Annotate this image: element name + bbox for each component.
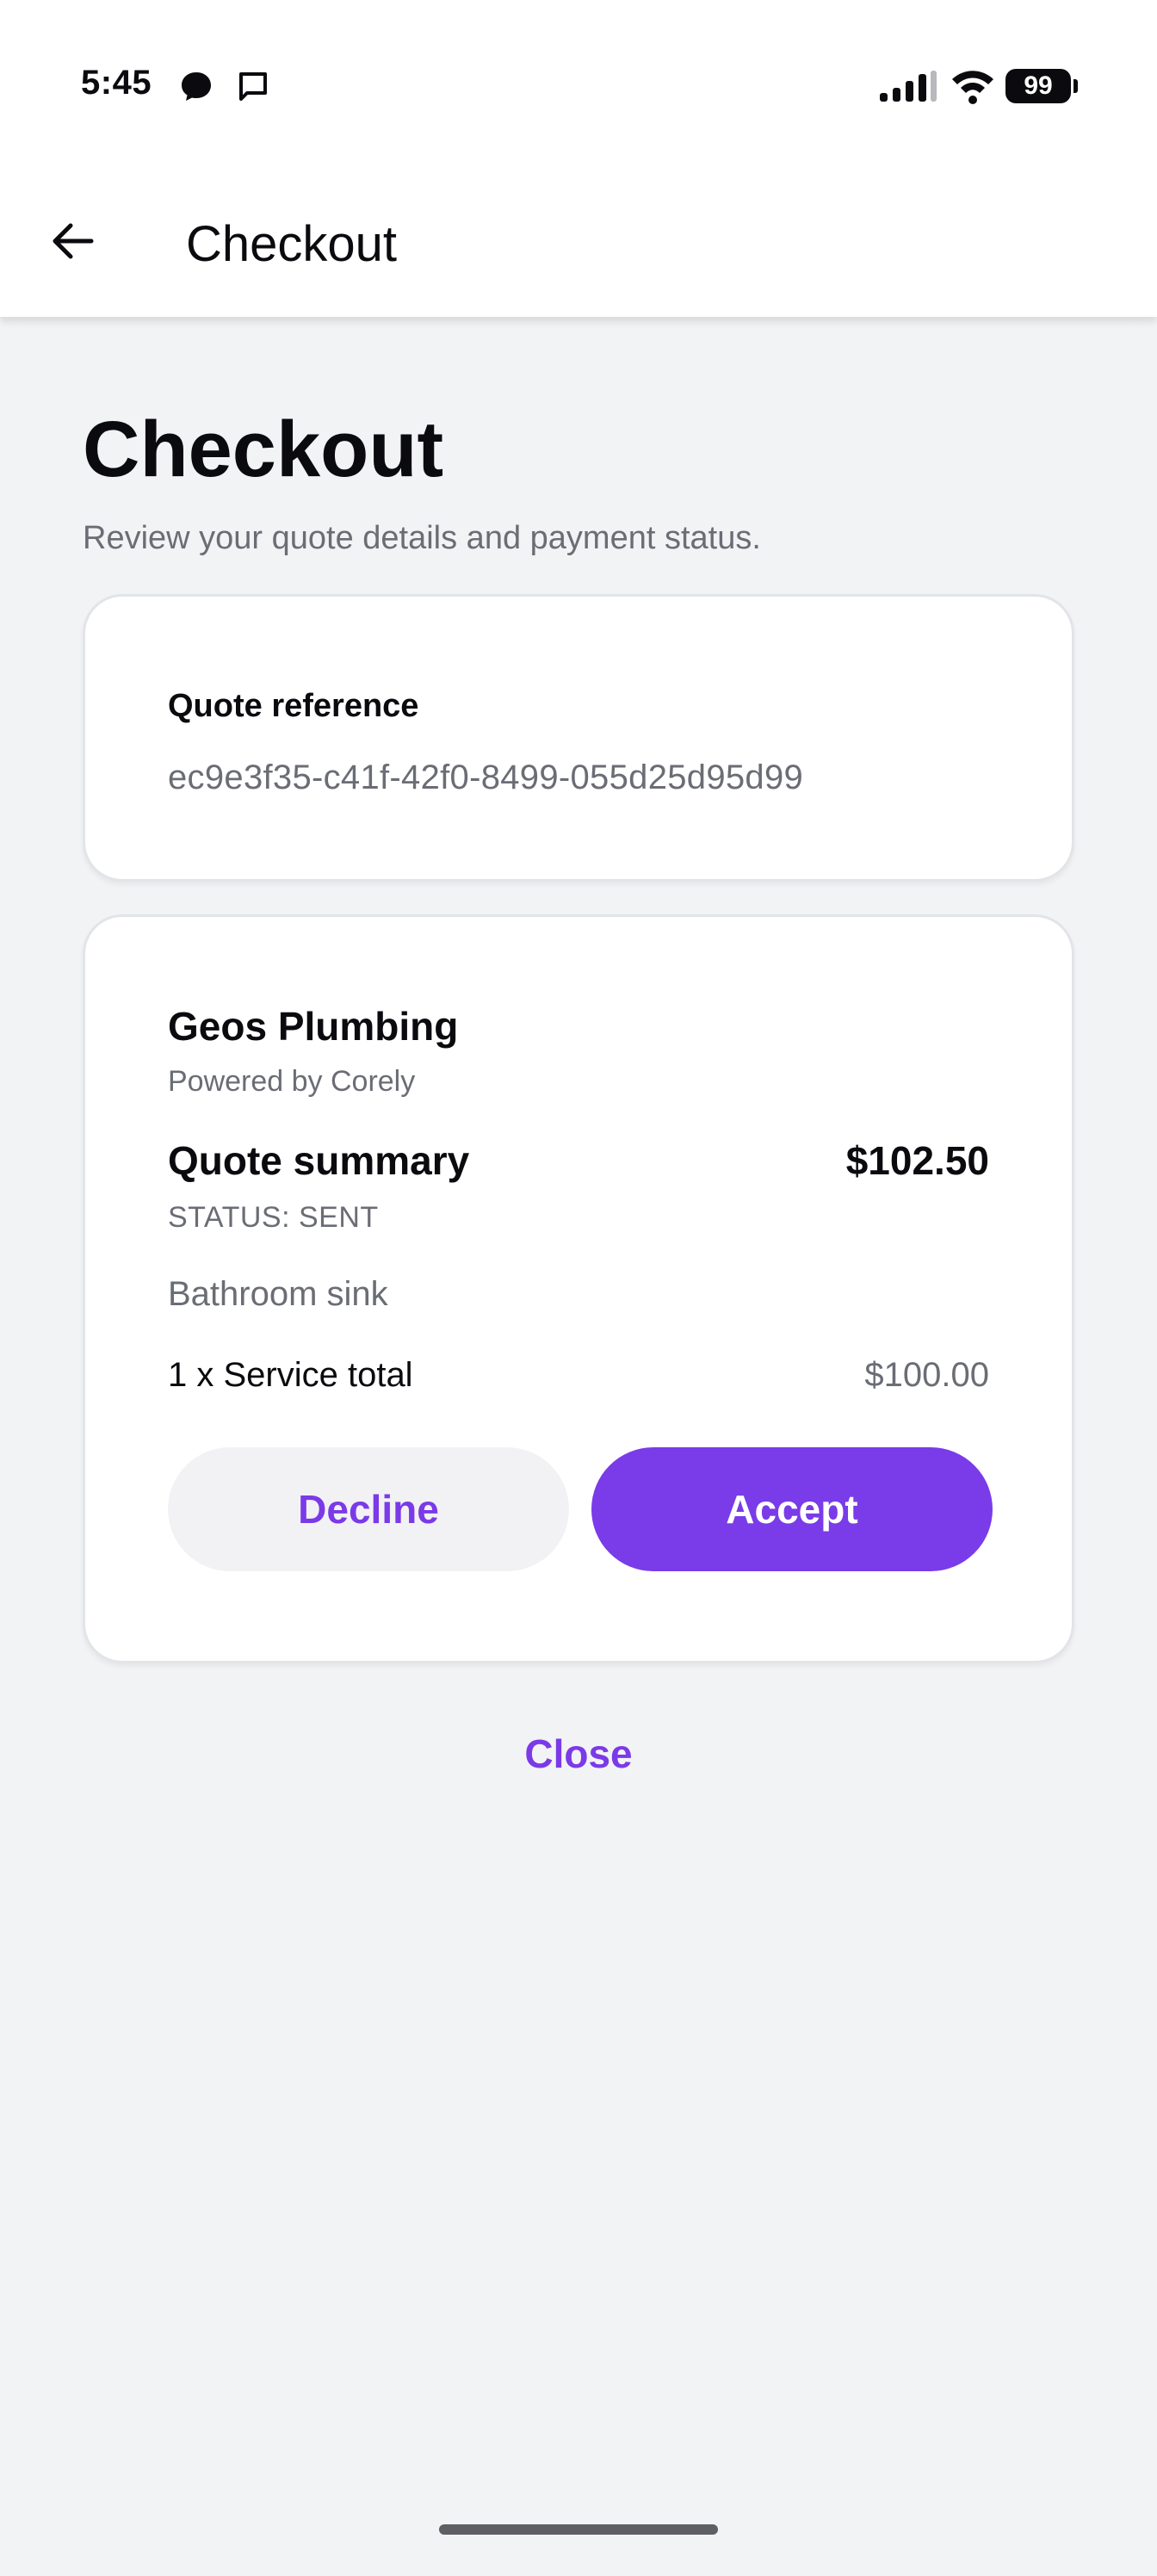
signal-icon — [880, 71, 937, 102]
quote-reference-card: Quote reference ec9e3f35-c41f-42f0-8499-… — [83, 594, 1074, 882]
app-bar-title: Checkout — [186, 216, 398, 272]
wifi-icon — [952, 71, 993, 104]
status-time: 5:45 — [81, 64, 152, 102]
close-button[interactable]: Close — [0, 1731, 1157, 1777]
back-button[interactable] — [38, 207, 107, 276]
quote-reference-value: ec9e3f35-c41f-42f0-8499-055d25d95d99 — [168, 759, 804, 796]
quote-summary-label: Quote summary — [168, 1138, 470, 1183]
decline-button[interactable]: Decline — [168, 1447, 569, 1571]
arrow-left-icon — [53, 223, 94, 259]
business-name: Geos Plumbing — [168, 1004, 459, 1049]
battery-icon: 99 — [1005, 69, 1078, 103]
app-bar: Checkout — [0, 172, 1157, 317]
battery-level: 99 — [1024, 71, 1053, 100]
quote-total: $102.50 — [845, 1138, 989, 1183]
page-subtitle: Review your quote details and payment st… — [83, 520, 761, 556]
quote-reference-label: Quote reference — [168, 688, 419, 724]
powered-by: Powered by Corely — [168, 1065, 416, 1098]
line-item-amount: $100.00 — [864, 1356, 989, 1394]
quote-status: STATUS: SENT — [168, 1201, 379, 1234]
status-bar: 5:45 99 — [0, 0, 1157, 172]
item-description: Bathroom sink — [168, 1275, 388, 1313]
home-indicator[interactable] — [439, 2524, 718, 2535]
quote-summary-card: Geos Plumbing Powered by Corely Quote su… — [83, 914, 1074, 1663]
messenger-icon — [182, 72, 211, 101]
page-title: Checkout — [83, 406, 444, 493]
line-item-label: 1 x Service total — [168, 1356, 413, 1394]
message-icon — [239, 72, 267, 101]
accept-button[interactable]: Accept — [591, 1447, 993, 1571]
checkout-content: Checkout Review your quote details and p… — [0, 319, 1157, 2576]
